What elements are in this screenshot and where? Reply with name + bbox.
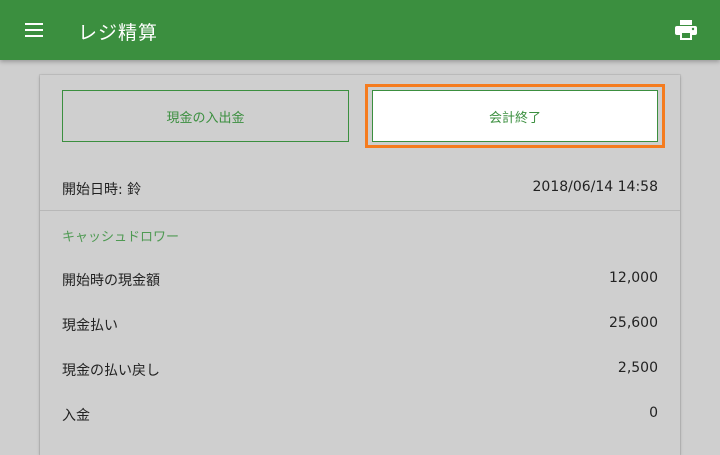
deposit-value: 0 xyxy=(649,405,658,421)
close-account-button[interactable]: 会計終了 xyxy=(372,90,658,142)
cash-in-out-button[interactable]: 現金の入出金 xyxy=(62,90,349,142)
list-item: 入金 0 xyxy=(40,405,680,425)
session-start-label: 開始日時: 鈴 xyxy=(62,182,142,198)
page-title: レジ精算 xyxy=(78,22,159,44)
cash-payments-value: 25,600 xyxy=(609,315,658,331)
cash-refunds-value: 2,500 xyxy=(617,360,658,376)
cash-refunds-label: 現金の払い戻し xyxy=(62,363,160,379)
register-card: 現金の入出金 会計終了 開始日時: 鈴 2018/06/14 14:58 キャッ… xyxy=(40,75,680,455)
menu-icon[interactable] xyxy=(25,23,43,37)
close-account-highlight: 会計終了 xyxy=(365,84,665,148)
divider xyxy=(40,210,680,211)
list-item: 開始時の現金額 12,000 xyxy=(40,270,680,290)
opening-cash-label: 開始時の現金額 xyxy=(62,273,160,289)
cash-payments-label: 現金払い xyxy=(62,318,118,334)
app-bar: レジ精算 xyxy=(0,0,720,60)
deposit-label: 入金 xyxy=(62,408,90,424)
list-item: 現金払い 25,600 xyxy=(40,315,680,335)
print-icon[interactable] xyxy=(675,20,697,40)
cash-drawer-section-title: キャッシュドロワー xyxy=(62,230,180,245)
list-item: 現金の払い戻し 2,500 xyxy=(40,360,680,380)
session-start-row: 開始日時: 鈴 2018/06/14 14:58 xyxy=(40,179,680,199)
session-start-value: 2018/06/14 14:58 xyxy=(532,179,659,195)
opening-cash-value: 12,000 xyxy=(609,270,658,286)
